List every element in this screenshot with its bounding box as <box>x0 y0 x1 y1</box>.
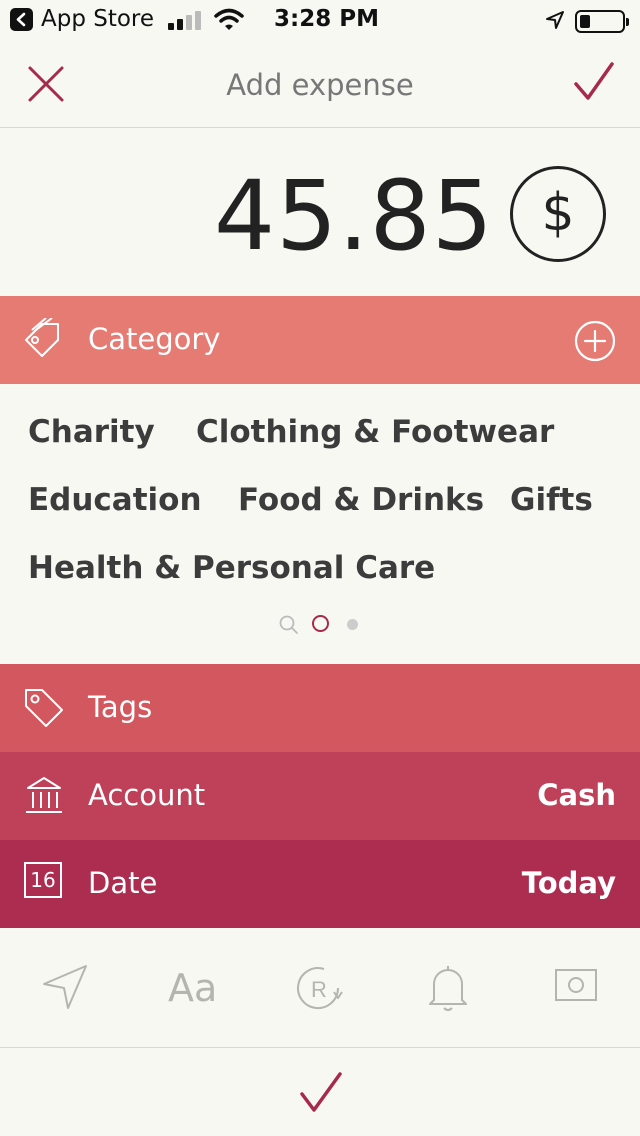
page-indicator-active[interactable] <box>312 615 329 632</box>
recurring-icon[interactable]: R <box>294 962 346 1014</box>
status-time: 3:28 PM <box>274 6 379 32</box>
currency-button[interactable]: $ <box>510 166 606 262</box>
text-note-button[interactable]: Aa <box>168 966 217 1010</box>
calendar-icon: 16 <box>24 862 62 898</box>
back-arrow-icon[interactable] <box>10 8 33 31</box>
category-chip-food-drinks[interactable]: Food & Drinks <box>238 482 484 518</box>
account-row[interactable]: Account Cash <box>0 752 640 840</box>
category-chip-education[interactable]: Education <box>28 482 202 518</box>
back-app-label[interactable]: App Store <box>41 6 154 32</box>
category-chip-gifts[interactable]: Gifts <box>510 482 593 518</box>
location-services-icon <box>546 11 564 29</box>
date-label: Date <box>88 866 158 900</box>
svg-text:R: R <box>311 977 327 1002</box>
account-label: Account <box>88 778 206 812</box>
category-chip-clothing-footwear[interactable]: Clothing & Footwear <box>196 414 554 450</box>
tags-row[interactable]: Tags <box>0 664 640 752</box>
category-chip-charity[interactable]: Charity <box>28 414 155 450</box>
search-icon[interactable] <box>279 615 299 635</box>
location-icon[interactable] <box>40 962 90 1012</box>
photo-icon[interactable] <box>554 962 598 1006</box>
status-bar: App Store 3:28 PM <box>0 0 640 40</box>
page-title: Add expense <box>226 68 414 102</box>
tags-label: Tags <box>88 690 153 724</box>
bank-icon <box>26 777 62 813</box>
amount-value[interactable]: 45.85 <box>214 160 494 272</box>
bell-icon[interactable] <box>424 962 472 1014</box>
checkmark-icon[interactable] <box>572 60 616 104</box>
add-expense-screen: App Store 3:28 PM Add expense 45.85 $ Ca… <box>0 0 640 1136</box>
category-label: Category <box>88 322 221 356</box>
battery-icon <box>575 10 629 33</box>
date-row[interactable]: 16 Date Today <box>0 840 640 928</box>
wifi-icon <box>214 8 244 30</box>
tag-icon <box>25 689 63 727</box>
options-toolbar: Aa R <box>0 928 640 1048</box>
page-indicator[interactable] <box>347 619 358 630</box>
category-chip-health-personal-care[interactable]: Health & Personal Care <box>28 550 435 586</box>
signal-icon <box>168 11 201 30</box>
date-value: Today <box>521 866 616 900</box>
tags-stack-icon <box>25 318 59 357</box>
confirm-checkmark-icon[interactable] <box>298 1070 344 1116</box>
plus-circle-icon[interactable] <box>574 320 616 362</box>
account-value: Cash <box>537 778 616 812</box>
header-bar: Add expense <box>0 40 640 128</box>
category-header: Category <box>0 296 640 384</box>
